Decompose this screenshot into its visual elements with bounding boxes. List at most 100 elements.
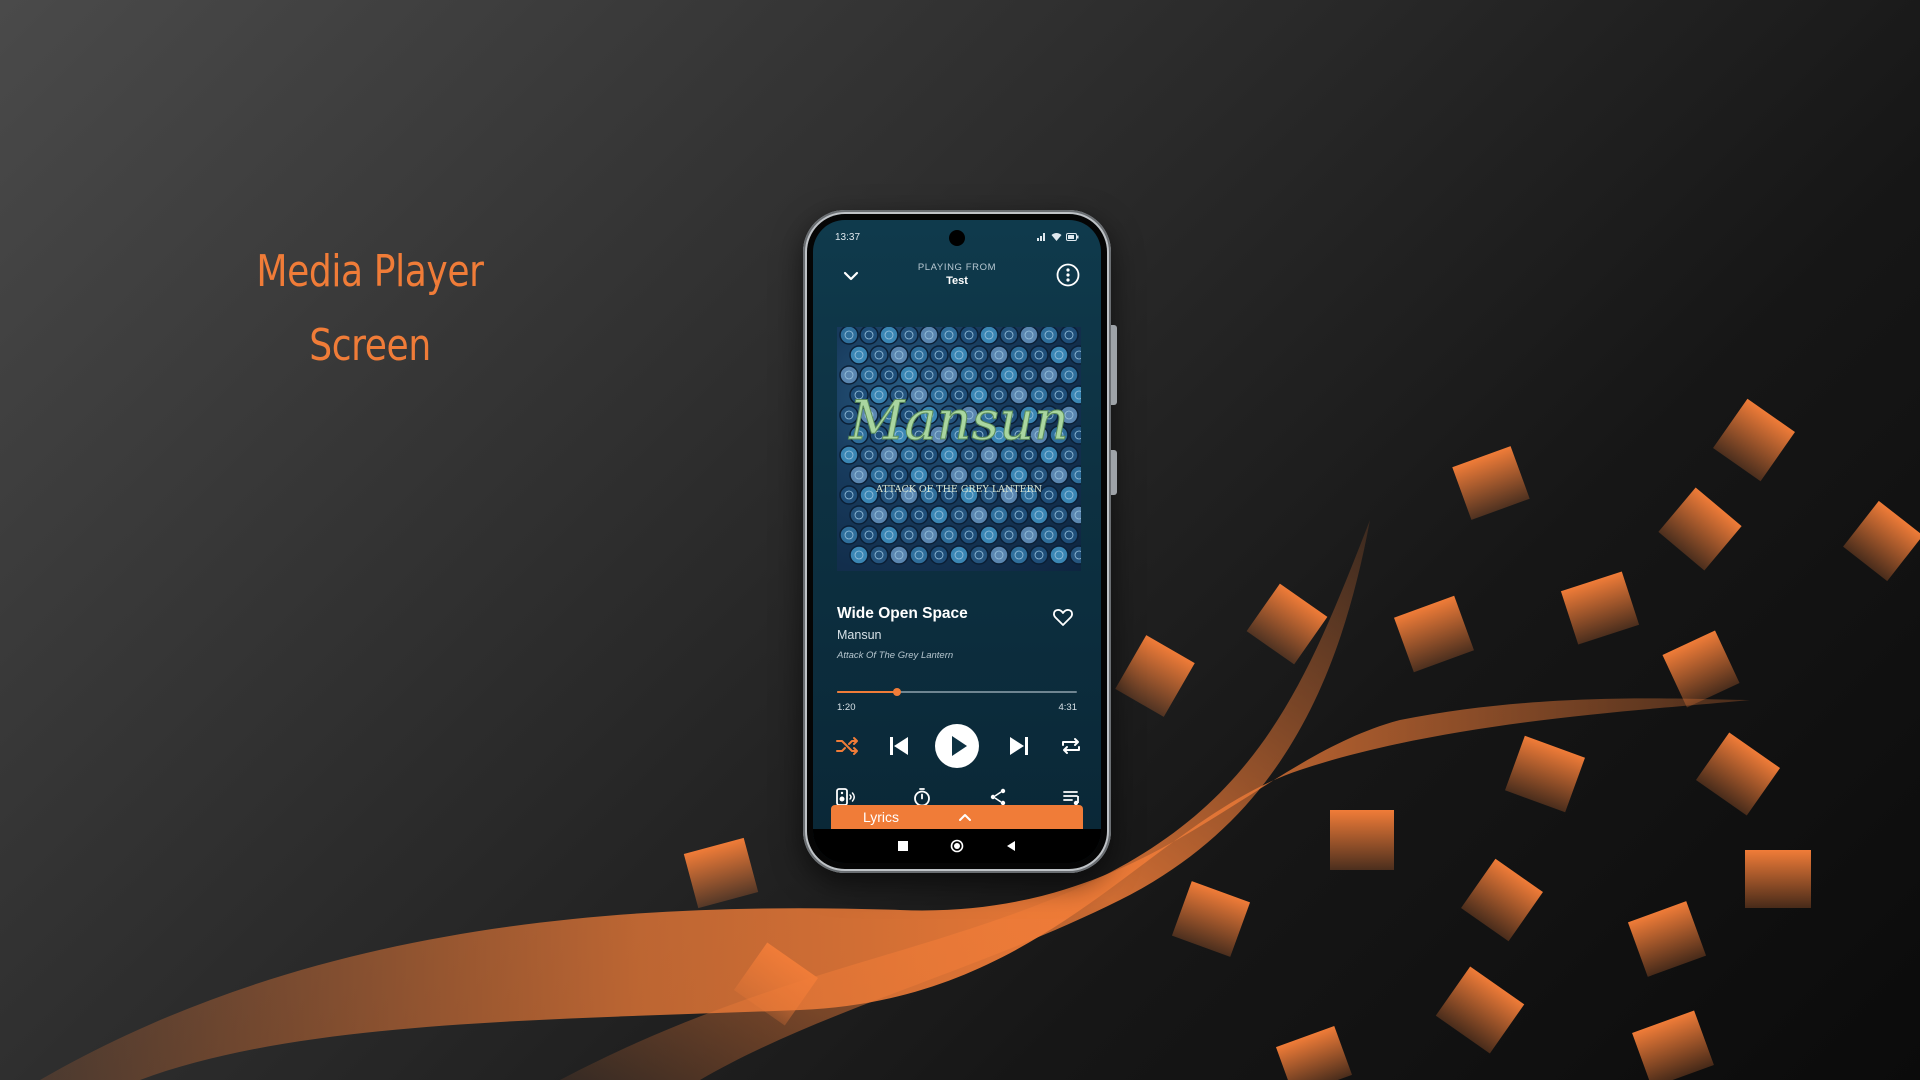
album-art-band-text: Mansun [848,389,1069,452]
rose-texture [959,327,979,345]
rose-texture [839,365,859,385]
album-art: Mansun ATTACK OF THE GREY LANTERN [837,327,1081,571]
rose-texture [939,525,959,545]
rose-texture [919,525,939,545]
rose-texture [869,465,889,485]
rose-texture [869,545,889,565]
system-nav-bar [813,829,1101,863]
rose-texture [1009,465,1029,485]
chevron-up-icon [959,814,971,821]
rose-texture [899,327,919,345]
track-artist[interactable]: Mansun [837,628,1077,642]
rose-texture [939,365,959,385]
rose-texture [949,345,969,365]
rose-texture [929,465,949,485]
rose-texture [849,545,869,565]
rose-texture [879,365,899,385]
shuffle-icon[interactable] [833,732,861,760]
rose-texture [899,525,919,545]
rose-texture [919,327,939,345]
rose-texture [1039,365,1059,385]
rose-texture [849,345,869,365]
rose-texture [909,545,929,565]
rose-texture [859,327,879,345]
lyrics-tab[interactable]: Lyrics [831,805,1083,829]
total-time: 4:31 [1058,702,1078,713]
headline-line-1: Media Player [256,246,484,297]
rose-texture [839,327,859,345]
rose-texture [989,545,1009,565]
rose-texture [1009,545,1029,565]
progress-handle[interactable] [893,688,901,696]
skip-previous-icon[interactable] [885,732,913,760]
signal-icon [1037,233,1045,241]
rose-texture [889,545,909,565]
rose-texture [1069,545,1081,565]
rose-texture [969,505,989,525]
rose-texture [959,525,979,545]
skip-next-icon[interactable] [1005,732,1033,760]
rose-texture [849,505,869,525]
phone-bezel: 13:37 PLAYING FROM Test Mansun ATTACK OF… [807,214,1107,869]
rose-texture [1069,505,1081,525]
rose-texture [869,505,889,525]
rose-texture [1009,345,1029,365]
wifi-icon [1051,233,1062,241]
rose-texture [1059,327,1079,345]
player-header: PLAYING FROM Test [813,256,1101,296]
rose-texture [869,345,889,365]
rose-texture [1059,485,1079,505]
rose-texture [889,465,909,485]
rose-texture [889,505,909,525]
rose-texture [979,365,999,385]
lyrics-label: Lyrics [863,809,900,825]
power-button [1111,450,1117,495]
rose-texture [1039,485,1059,505]
rose-texture [1049,545,1069,565]
rose-texture [1059,365,1079,385]
rose-texture [989,505,1009,525]
rose-texture [879,327,899,345]
rose-texture [909,465,929,485]
album-art-album-text: ATTACK OF THE GREY LANTERN [875,484,1042,495]
headline: Media Player Screen [239,235,501,383]
front-camera [949,230,965,246]
more-vertical-icon[interactable] [1055,262,1081,288]
recents-icon[interactable] [895,838,911,854]
rose-texture [939,327,959,345]
status-icons [1037,232,1079,241]
rose-texture [1019,327,1039,345]
rose-texture [969,345,989,365]
rose-texture [909,345,929,365]
rose-texture [1069,345,1081,365]
play-icon [952,736,967,756]
rose-texture [839,485,859,505]
rose-texture [899,365,919,385]
back-icon[interactable] [1003,838,1019,854]
rose-texture [859,365,879,385]
track-album[interactable]: Attack Of The Grey Lantern [837,650,1077,661]
progress-bar[interactable] [837,685,1077,699]
rose-texture [929,545,949,565]
rose-texture [1049,465,1069,485]
playback-controls [833,724,1081,772]
heart-outline-icon[interactable] [1051,605,1075,629]
rose-texture [1029,465,1049,485]
home-icon[interactable] [949,838,965,854]
rose-texture [1069,385,1081,405]
play-button[interactable] [935,724,979,768]
current-time: 1:20 [837,702,856,713]
repeat-icon[interactable] [1057,732,1085,760]
rose-texture [979,525,999,545]
rose-texture [1069,425,1081,445]
rose-texture [1029,505,1049,525]
rose-texture [849,465,869,485]
progress-fill [837,691,897,693]
rose-texture [1029,545,1049,565]
rose-texture [889,345,909,365]
rose-texture [1009,505,1029,525]
rose-texture [959,365,979,385]
rose-texture [999,327,1019,345]
rose-texture [1019,525,1039,545]
status-time: 13:37 [835,232,861,243]
